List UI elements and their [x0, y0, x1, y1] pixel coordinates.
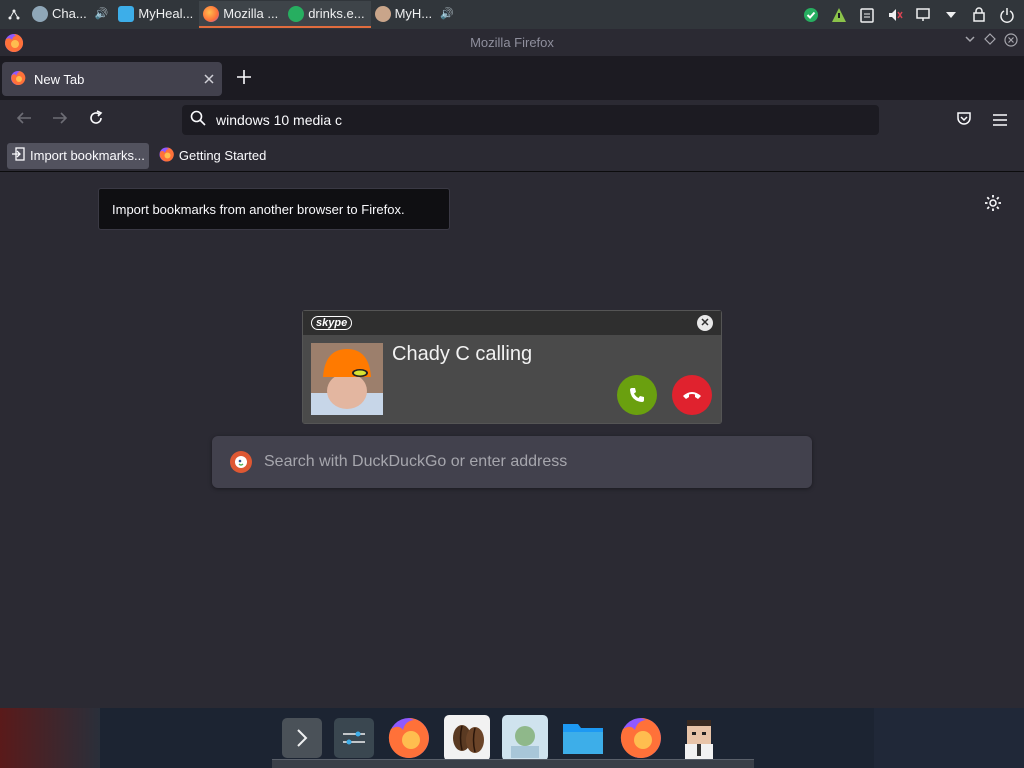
firefox-icon — [203, 5, 220, 22]
app-icon — [288, 5, 305, 22]
close-tab-icon[interactable] — [204, 71, 214, 87]
system-taskbar: Cha... 🔊 MyHeal... Mozilla ... drinks.e.… — [0, 0, 1024, 29]
navigation-bar — [0, 100, 1024, 140]
lock-icon[interactable] — [970, 6, 988, 24]
task-label: Mozilla ... — [223, 6, 279, 21]
caller-name: Chady C calling — [392, 343, 533, 365]
caller-avatar — [311, 343, 383, 415]
reload-button[interactable] — [84, 109, 108, 133]
back-button[interactable] — [12, 109, 36, 133]
avatar-icon[interactable] — [676, 715, 722, 761]
taskbar-item-drinks[interactable]: drinks.e... — [284, 1, 371, 28]
tab-label: New Tab — [34, 71, 85, 87]
clipboard-icon[interactable] — [858, 6, 876, 24]
app-icon — [32, 5, 48, 22]
dock-expand-button[interactable] — [282, 718, 322, 758]
chevron-down-icon[interactable] — [942, 6, 960, 24]
pocket-button[interactable] — [952, 109, 976, 133]
bookmarks-toolbar: Import bookmarks... Getting Started — [0, 140, 1024, 172]
tab-new-tab[interactable]: New Tab — [2, 62, 222, 96]
system-tray — [802, 6, 1024, 24]
coffee-bean-icon[interactable] — [444, 715, 490, 761]
power-icon[interactable] — [998, 6, 1016, 24]
volume-muted-icon[interactable] — [886, 6, 904, 24]
taskbar-item-firefox[interactable]: Mozilla ... — [199, 1, 285, 28]
shield-check-icon[interactable] — [802, 6, 820, 24]
app-launcher-icon[interactable] — [0, 0, 28, 29]
bookmark-import[interactable]: Import bookmarks... — [7, 142, 149, 169]
firefox-icon — [159, 146, 174, 165]
import-icon — [11, 147, 25, 164]
hamburger-menu-button[interactable] — [988, 109, 1012, 133]
task-label: MyH... — [394, 6, 433, 21]
forward-button[interactable] — [48, 109, 72, 133]
mixer-icon[interactable] — [334, 718, 374, 758]
task-label: Cha... — [52, 6, 87, 21]
close-window-icon[interactable] — [1004, 33, 1018, 50]
contact-photo-icon[interactable] — [502, 715, 548, 761]
new-tab-page: Import bookmarks from another browser to… — [0, 172, 1024, 708]
firefox-icon[interactable] — [618, 715, 664, 761]
bookmark-getting-started[interactable]: Getting Started — [155, 143, 270, 169]
window-title-bar: Mozilla Firefox — [0, 29, 1024, 56]
url-bar[interactable] — [182, 105, 879, 135]
tab-strip: New Tab — [0, 56, 1024, 100]
folder-icon — [118, 5, 135, 22]
close-icon[interactable]: ✕ — [697, 315, 713, 331]
task-label: MyHeal... — [138, 6, 194, 21]
window-title: Mozilla Firefox — [470, 35, 554, 50]
task-label: drinks.e... — [308, 6, 365, 21]
accept-call-button[interactable] — [617, 375, 657, 415]
gear-icon[interactable] — [984, 194, 1002, 212]
search-placeholder: Search with DuckDuckGo or enter address — [264, 453, 568, 470]
duckduckgo-icon — [230, 451, 252, 473]
decline-call-button[interactable] — [672, 375, 712, 415]
skype-header: skype ✕ — [303, 311, 721, 335]
firefox-icon — [10, 70, 26, 89]
firefox-icon[interactable] — [386, 715, 432, 761]
skype-call-notification: skype ✕ Chady C calling — [302, 310, 722, 424]
minimize-icon[interactable] — [964, 33, 976, 50]
speaker-icon[interactable]: 🔊 — [95, 7, 109, 20]
display-icon[interactable] — [914, 6, 932, 24]
tooltip: Import bookmarks from another browser to… — [98, 188, 450, 230]
wallpaper-left — [0, 708, 100, 768]
skype-body: Chady C calling — [303, 335, 721, 423]
folder-icon[interactable] — [560, 715, 606, 761]
skype-logo: skype — [311, 316, 353, 330]
dock-indicator-strip — [272, 759, 754, 768]
avatar-icon — [374, 5, 391, 22]
wallpaper-right — [874, 708, 1024, 768]
bookmark-label: Getting Started — [178, 148, 267, 163]
search-box[interactable]: Search with DuckDuckGo or enter address — [212, 436, 812, 488]
window-controls — [964, 33, 1018, 50]
taskbar-item-myh[interactable]: MyH... 🔊 — [371, 1, 460, 28]
search-icon — [190, 110, 206, 131]
bookmark-label: Import bookmarks... — [30, 148, 145, 163]
taskbar-item-chat[interactable]: Cha... 🔊 — [28, 1, 114, 28]
new-tab-button[interactable] — [232, 66, 256, 90]
taskbar-item-myhealth-folder[interactable]: MyHeal... — [114, 1, 199, 28]
speaker-icon[interactable]: 🔊 — [440, 7, 454, 20]
maximize-icon[interactable] — [984, 33, 996, 50]
url-input[interactable] — [216, 112, 816, 128]
update-warning-icon[interactable] — [830, 6, 848, 24]
